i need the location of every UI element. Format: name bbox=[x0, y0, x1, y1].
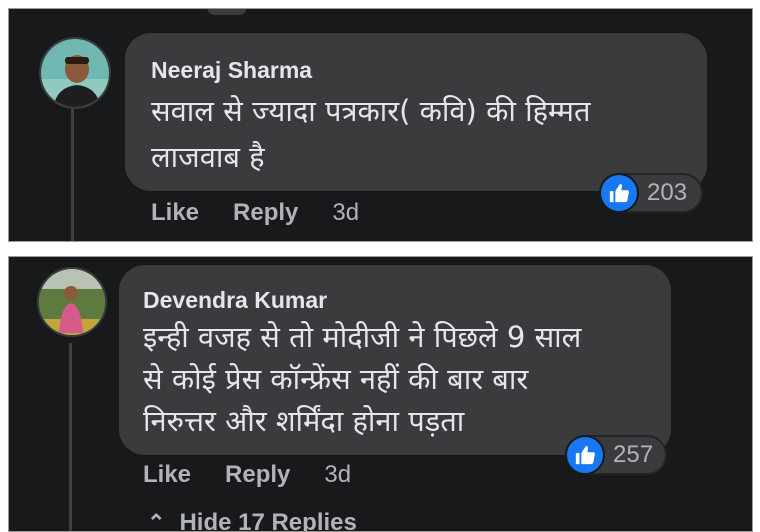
comment-text-line: सवाल से ज्यादा पत्रकार( कवि) की हिम्मत bbox=[151, 94, 591, 128]
comment-author[interactable]: Devendra Kumar bbox=[143, 287, 327, 314]
comment-text-line: लाजवाब है bbox=[151, 140, 265, 174]
reply-button[interactable]: Reply bbox=[225, 461, 290, 489]
avatar[interactable] bbox=[37, 267, 107, 337]
like-button[interactable]: Like bbox=[151, 199, 199, 227]
reaction-count: 257 bbox=[613, 441, 654, 468]
comment-text-line: निरुत्तर और शर्मिंदा होना पड़ता bbox=[143, 404, 465, 438]
thread-line bbox=[69, 343, 72, 531]
comment-actions: Like Reply 3d bbox=[151, 199, 359, 227]
thumbs-up-icon bbox=[565, 435, 605, 475]
comment-bubble: Devendra Kumar इन्ही वजह से तो मोदीजी ने… bbox=[119, 265, 671, 455]
comment-actions: Like Reply 3d bbox=[143, 461, 351, 489]
reaction-count: 203 bbox=[647, 179, 688, 206]
comment-timestamp[interactable]: 3d bbox=[332, 199, 359, 227]
comment-author[interactable]: Neeraj Sharma bbox=[151, 57, 312, 84]
comment-text-line: इन्ही वजह से तो मोदीजी ने पिछले 9 साल bbox=[143, 320, 582, 354]
reaction-summary[interactable]: 203 bbox=[599, 173, 703, 213]
hide-replies-label: Hide 17 Replies bbox=[179, 509, 357, 532]
avatar[interactable] bbox=[39, 37, 111, 109]
like-button[interactable]: Like bbox=[143, 461, 191, 489]
comment-timestamp[interactable]: 3d bbox=[324, 461, 351, 489]
reaction-summary[interactable]: 257 bbox=[565, 435, 667, 475]
comment-panel-1: Neeraj Sharma सवाल से ज्यादा पत्रकार( कव… bbox=[8, 8, 753, 242]
hide-replies-button[interactable]: ⌃ Hide 17 Replies bbox=[147, 509, 357, 532]
comment-text-line: से कोई प्रेस कॉन्फ्रेंस नहीं की बार बार bbox=[143, 362, 529, 396]
reply-button[interactable]: Reply bbox=[233, 199, 298, 227]
chevron-up-icon: ⌃ bbox=[147, 510, 166, 532]
comment-bubble: Neeraj Sharma सवाल से ज्यादा पत्रकार( कव… bbox=[125, 33, 707, 191]
thumbs-up-icon bbox=[599, 173, 639, 213]
thread-connector bbox=[207, 9, 247, 15]
comment-panel-2: Devendra Kumar इन्ही वजह से तो मोदीजी ने… bbox=[8, 256, 753, 532]
thread-line bbox=[71, 109, 74, 241]
